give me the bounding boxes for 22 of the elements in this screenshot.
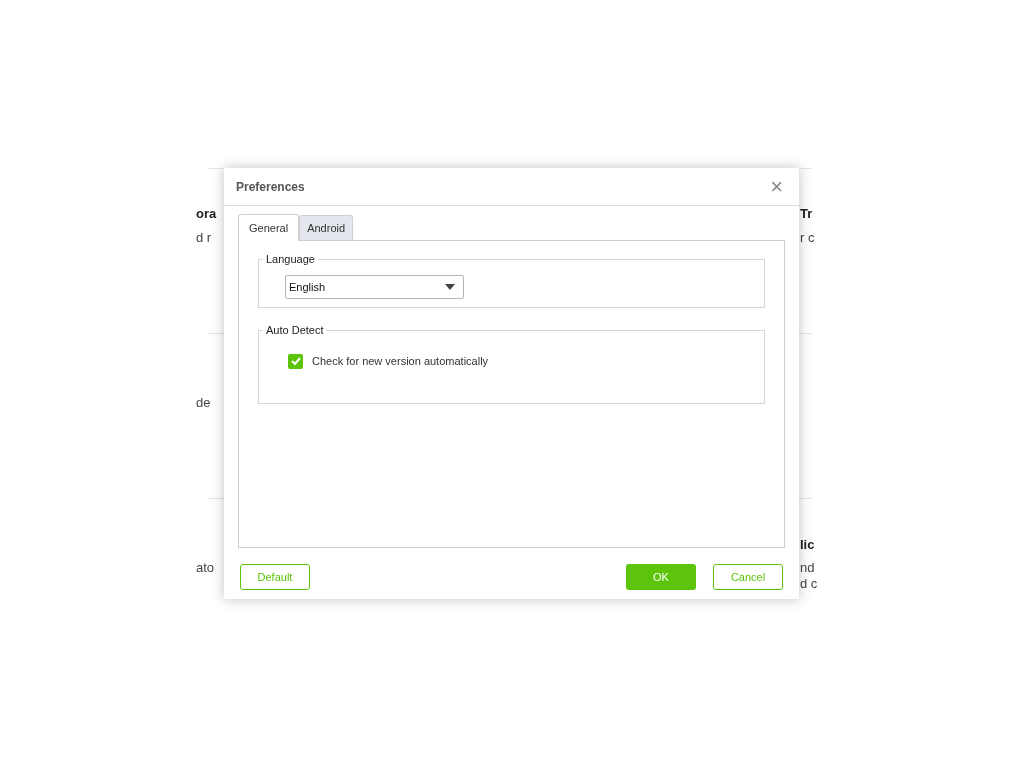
close-button[interactable]: × <box>766 175 787 198</box>
text-fragment: de <box>196 395 211 411</box>
dialog-button[interactable]: Default <box>240 564 310 590</box>
group-legend: Auto Detect <box>263 323 327 337</box>
heading-fragment: ora <box>196 206 217 222</box>
dropdown-caret-icon <box>445 284 455 290</box>
language-dropdown[interactable]: English <box>285 275 464 299</box>
dialog-button[interactable]: Cancel <box>713 564 783 590</box>
checkbox-label: Check for new version automatically <box>312 354 489 369</box>
group-legend: Language <box>263 252 318 266</box>
heading-fragment: Tr <box>800 206 813 222</box>
text-fragment: ato <box>196 560 215 576</box>
text-fragment: d r <box>196 230 212 246</box>
heading-fragment: lic <box>800 537 815 553</box>
text-fragment: r c <box>800 230 815 246</box>
tab[interactable]: General <box>238 214 300 241</box>
ok-button[interactable]: OK <box>626 564 696 590</box>
checkbox[interactable] <box>288 353 303 369</box>
text-fragment: d c <box>800 576 818 592</box>
dialog-title: Preferences <box>236 178 305 196</box>
tab[interactable]: Android <box>299 215 354 240</box>
text-fragment: nd <box>800 560 815 576</box>
